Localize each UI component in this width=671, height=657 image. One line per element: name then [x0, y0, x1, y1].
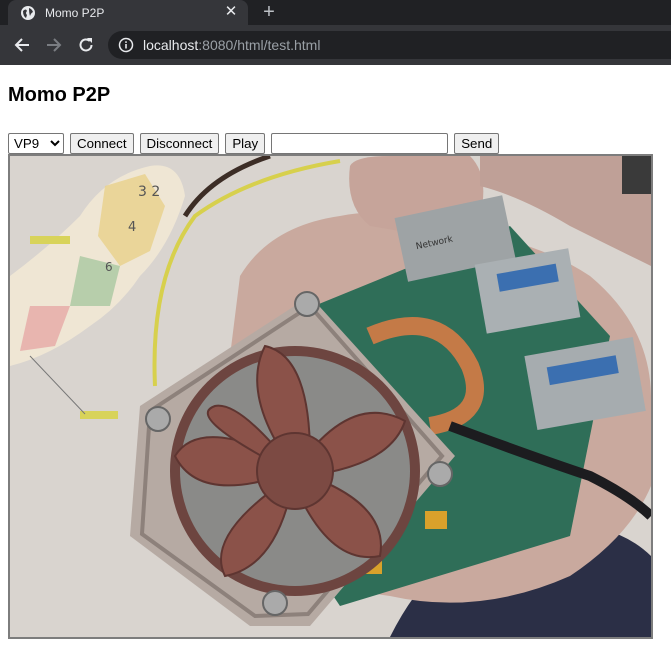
- globe-icon: [20, 5, 36, 21]
- forward-arrow-icon[interactable]: [42, 33, 66, 57]
- url-host: localhost: [143, 37, 199, 53]
- page-content: Momo P2P VP9 Connect Disconnect Play Sen…: [0, 65, 671, 657]
- svg-text:3 2: 3 2: [138, 184, 160, 200]
- controls-bar: VP9 Connect Disconnect Play Send: [8, 132, 500, 154]
- connect-button[interactable]: Connect: [70, 132, 134, 154]
- url-text: localhost:8080/html/test.html: [143, 37, 320, 53]
- svg-text:4: 4: [128, 220, 136, 235]
- page-title: Momo P2P: [8, 84, 111, 106]
- new-tab-button[interactable]: +: [258, 2, 280, 24]
- remote-video[interactable]: 3 2 4 6 Network: [8, 154, 653, 639]
- send-button[interactable]: Send: [454, 132, 500, 154]
- browser-tab[interactable]: Momo P2P ✕: [8, 0, 248, 25]
- info-icon[interactable]: [118, 37, 134, 53]
- message-input[interactable]: [271, 132, 449, 154]
- address-bar[interactable]: localhost:8080/html/test.html: [108, 31, 671, 59]
- codec-select[interactable]: VP9: [8, 132, 64, 154]
- reload-icon[interactable]: [74, 33, 98, 57]
- tab-strip: Momo P2P ✕ +: [0, 0, 671, 25]
- video-frame: 3 2 4 6 Network: [10, 156, 651, 637]
- back-arrow-icon[interactable]: [10, 33, 34, 57]
- svg-text:6: 6: [105, 260, 113, 274]
- disconnect-button[interactable]: Disconnect: [139, 132, 220, 154]
- browser-toolbar: localhost:8080/html/test.html: [0, 25, 671, 65]
- close-tab-icon[interactable]: ✕: [223, 4, 239, 20]
- url-path: :8080/html/test.html: [198, 37, 321, 53]
- play-button[interactable]: Play: [225, 132, 266, 154]
- tab-title: Momo P2P: [45, 5, 105, 20]
- dark-corner-object: [622, 156, 651, 194]
